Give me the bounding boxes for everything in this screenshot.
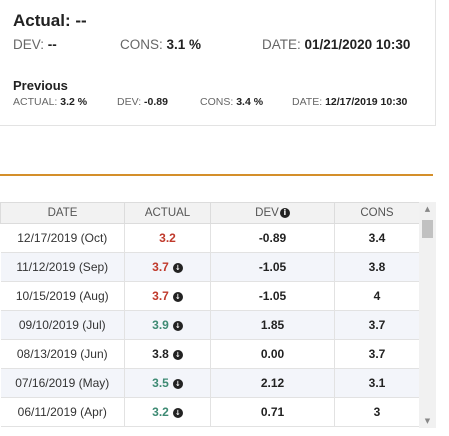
row-actual-cell: 3.2	[124, 223, 211, 253]
cons-summary: CONS: 3.1 %	[120, 37, 201, 52]
scroll-up-icon[interactable]: ▲	[419, 202, 436, 216]
info-icon[interactable]: i	[279, 207, 290, 218]
history-table: DATE ACTUAL DEV i CONS 12/17/2019 (Oct) 3.…	[0, 202, 420, 427]
info-icon[interactable]: ↓	[172, 320, 183, 331]
date-summary: DATE: 01/21/2020 10:30	[262, 37, 410, 52]
scrollbar-thumb[interactable]	[422, 220, 433, 238]
row-actual-cell: 3.7 ↓	[124, 281, 211, 311]
row-cons: 3.4	[334, 223, 420, 253]
row-actual-cell: 3.5 ↓	[124, 368, 211, 398]
event-summary-card: Actual: -- DEV: -- CONS: 3.1 % DATE: 01/…	[0, 0, 436, 126]
row-dev: 0.00	[210, 339, 335, 369]
row-date: 06/11/2019 (Apr)	[0, 397, 125, 427]
row-dev: 0.71	[210, 397, 335, 427]
cons-column-header[interactable]: CONS	[334, 202, 420, 224]
table-row[interactable]: 06/11/2019 (Apr) 3.2 ↓ 0.71 3	[0, 397, 420, 427]
previous-title: Previous	[13, 78, 68, 93]
previous-date-label: DATE:	[292, 96, 323, 108]
dev-summary: DEV: --	[13, 37, 57, 52]
table-row[interactable]: 09/10/2019 (Jul) 3.9 ↓ 1.85 3.7	[0, 310, 420, 340]
dev-column-header[interactable]: DEV i	[210, 202, 335, 224]
row-date: 10/15/2019 (Aug)	[0, 281, 125, 311]
table-row[interactable]: 11/12/2019 (Sep) 3.7 ↓ -1.05 3.8	[0, 252, 420, 282]
row-date: 09/10/2019 (Jul)	[0, 310, 125, 340]
row-date: 08/13/2019 (Jun)	[0, 339, 125, 369]
dev-header-label: DEV	[255, 207, 279, 219]
row-date: 11/12/2019 (Sep)	[0, 252, 125, 282]
row-actual: 3.7	[152, 260, 169, 274]
previous-cons-value: 3.4 %	[236, 96, 264, 108]
row-actual-cell: 3.9 ↓	[124, 310, 211, 340]
date-label: DATE:	[262, 37, 301, 52]
row-actual: 3.9	[152, 318, 169, 332]
dev-label: DEV:	[13, 37, 45, 52]
row-cons: 4	[334, 281, 420, 311]
table-row[interactable]: 10/15/2019 (Aug) 3.7 ↓ -1.05 4	[0, 281, 420, 311]
info-icon[interactable]: ↓	[172, 407, 183, 418]
row-dev: -1.05	[210, 281, 335, 311]
previous-dev-label: DEV:	[117, 96, 142, 108]
actual-column-header[interactable]: ACTUAL	[124, 202, 211, 224]
cons-label: CONS:	[120, 37, 163, 52]
row-cons: 3	[334, 397, 420, 427]
history-table-container[interactable]: DATE ACTUAL DEV i CONS 12/17/2019 (Oct) 3.…	[0, 202, 436, 428]
info-icon[interactable]: ↓	[172, 349, 183, 360]
previous-date-value: 12/17/2019 10:30	[325, 96, 408, 108]
dev-value: --	[47, 37, 57, 52]
row-actual: 3.5	[152, 376, 169, 390]
previous-date: DATE: 12/17/2019 10:30	[292, 96, 407, 108]
row-cons: 3.7	[334, 310, 420, 340]
table-row[interactable]: 08/13/2019 (Jun) 3.8 ↓ 0.00 3.7	[0, 339, 420, 369]
row-actual: 3.2	[159, 231, 176, 245]
row-dev: -1.05	[210, 252, 335, 282]
row-date: 12/17/2019 (Oct)	[0, 223, 125, 253]
scroll-down-icon[interactable]: ▼	[419, 414, 436, 428]
section-divider	[0, 174, 433, 176]
row-actual-cell: 3.7 ↓	[124, 252, 211, 282]
table-header-row: DATE ACTUAL DEV i CONS	[0, 202, 420, 224]
previous-cons: CONS: 3.4 %	[200, 96, 263, 108]
table-scrollbar[interactable]: ▲ ▼	[419, 202, 436, 428]
row-date: 07/16/2019 (May)	[0, 368, 125, 398]
previous-actual-value: 3.2 %	[60, 96, 88, 108]
table-row[interactable]: 07/16/2019 (May) 3.5 ↓ 2.12 3.1	[0, 368, 420, 398]
cons-value: 3.1 %	[166, 37, 202, 52]
date-value: 01/21/2020 10:30	[304, 37, 411, 52]
previous-dev-value: -0.89	[144, 96, 168, 108]
row-actual: 3.8	[152, 347, 169, 361]
info-icon[interactable]: ↓	[172, 378, 183, 389]
row-cons: 3.1	[334, 368, 420, 398]
row-actual: 3.2	[152, 405, 169, 419]
info-icon[interactable]: ↓	[172, 291, 183, 302]
table-row[interactable]: 12/17/2019 (Oct) 3.2 -0.89 3.4	[0, 223, 420, 253]
date-column-header[interactable]: DATE	[0, 202, 125, 224]
previous-dev: DEV: -0.89	[117, 96, 168, 108]
info-icon[interactable]: ↓	[172, 262, 183, 273]
row-actual-cell: 3.8 ↓	[124, 339, 211, 369]
row-dev: 1.85	[210, 310, 335, 340]
previous-actual: ACTUAL: 3.2 %	[13, 96, 87, 108]
row-actual-cell: 3.2 ↓	[124, 397, 211, 427]
row-dev: 2.12	[210, 368, 335, 398]
actual-title: Actual: --	[13, 11, 87, 30]
row-cons: 3.8	[334, 252, 420, 282]
previous-cons-label: CONS:	[200, 96, 234, 108]
row-cons: 3.7	[334, 339, 420, 369]
row-dev: -0.89	[210, 223, 335, 253]
row-actual: 3.7	[152, 289, 169, 303]
previous-actual-label: ACTUAL:	[13, 96, 58, 108]
